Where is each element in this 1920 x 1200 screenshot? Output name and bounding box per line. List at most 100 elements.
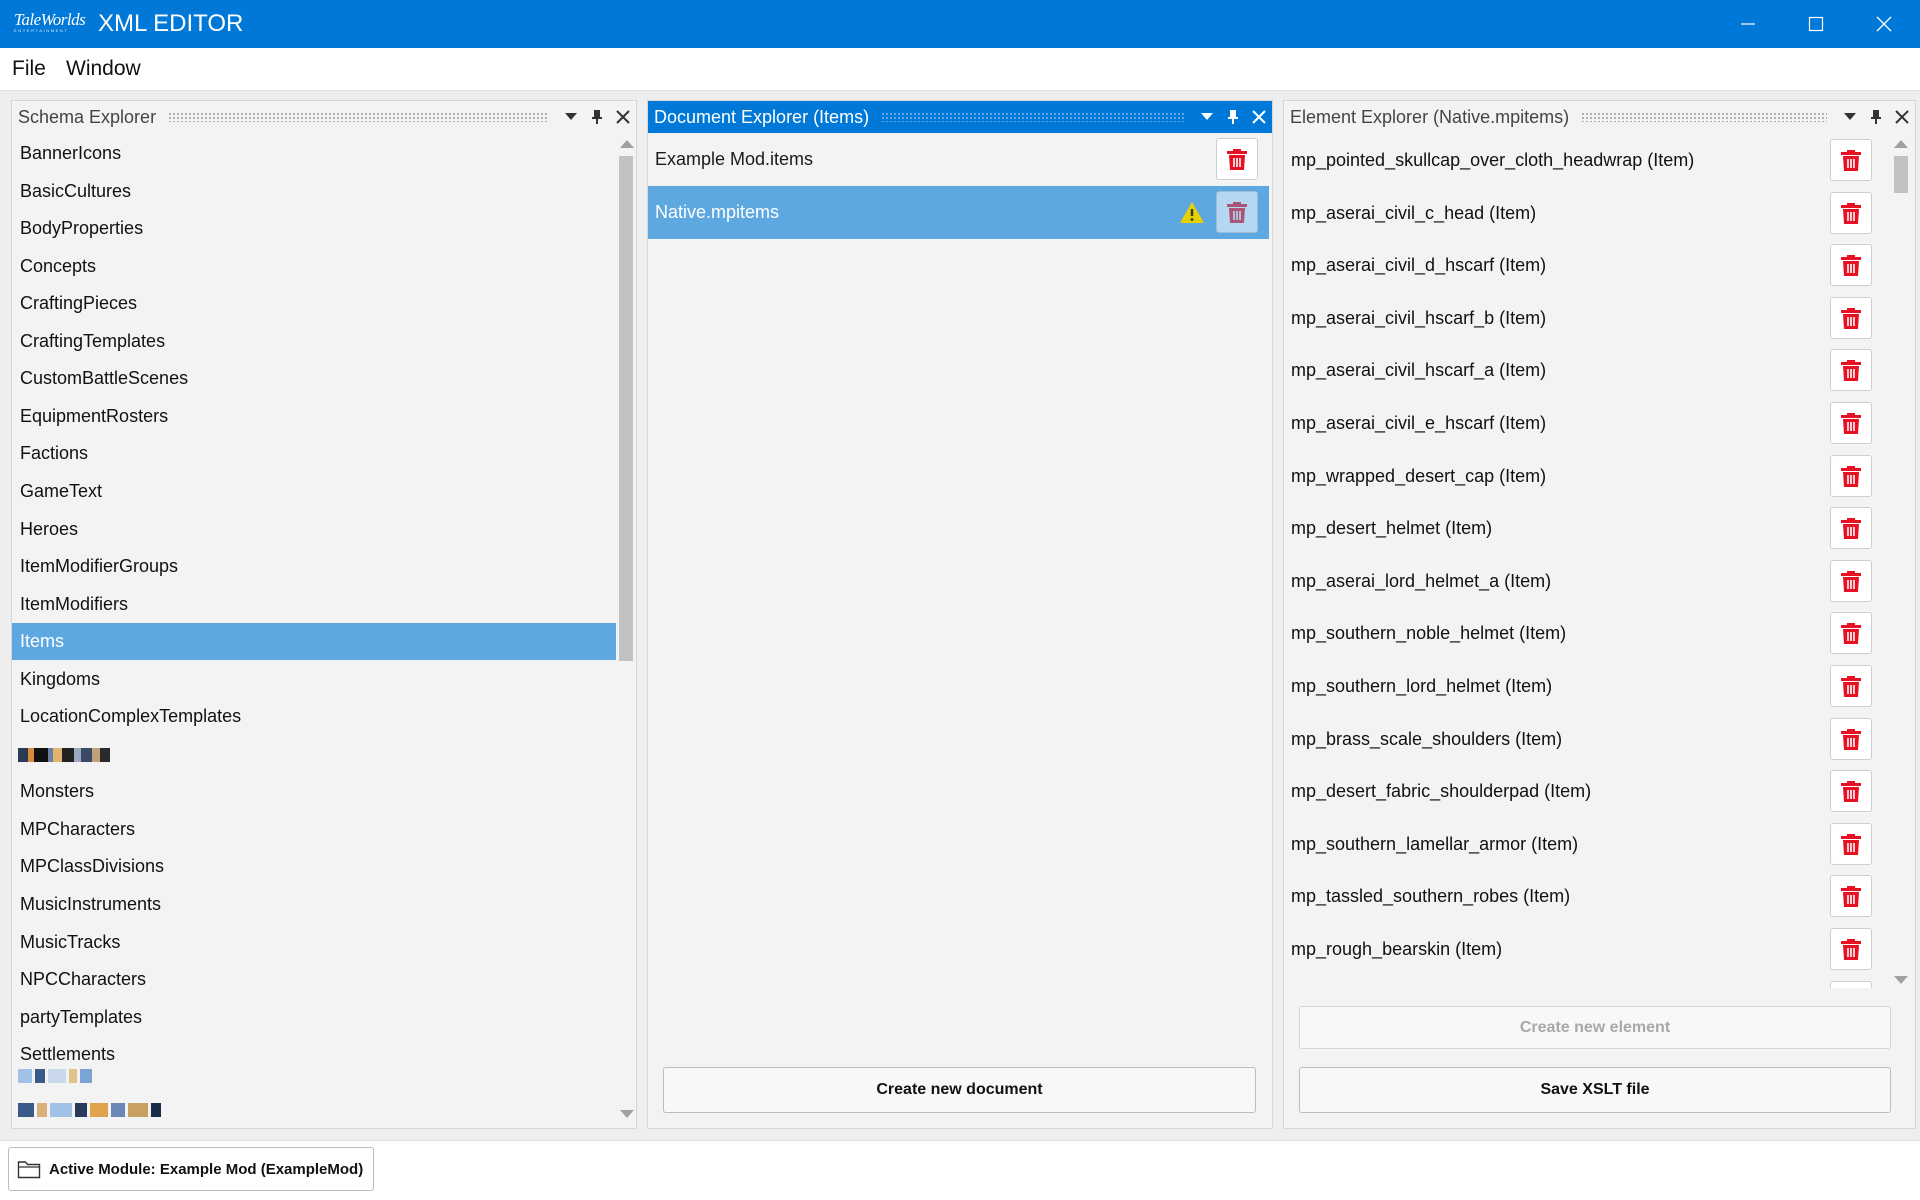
minimize-button[interactable] [1714,0,1782,48]
schema-item-musicinstruments[interactable]: MusicInstruments [12,886,616,923]
document-row-selected[interactable]: Native.mpitems [648,186,1269,239]
element-row[interactable]: mp_southern_lamellar_armor (Item) [1284,818,1884,870]
scrollbar-thumb[interactable] [1894,156,1908,193]
panel-pin-button[interactable] [584,103,610,131]
delete-element-button[interactable] [1830,717,1872,760]
element-row[interactable]: mp_southern_lord_helmet (Item) [1284,660,1884,712]
element-row[interactable]: mp_aserai_civil_c_head (Item) [1284,187,1884,239]
obscured-schema-item[interactable] [18,1103,164,1117]
schema-item-mpcharacters[interactable]: MPCharacters [12,811,616,848]
scroll-up-arrow-icon[interactable] [620,140,634,148]
create-new-element-button[interactable]: Create new element [1299,1006,1891,1049]
delete-element-button[interactable] [1830,191,1872,234]
schema-item-kingdoms[interactable]: Kingdoms [12,661,616,698]
panel-dropdown-button[interactable] [1194,103,1220,131]
delete-document-button[interactable] [1216,138,1258,180]
obscured-schema-item[interactable] [18,747,110,762]
element-row[interactable]: mp_southern_noble_helmet (Item) [1284,607,1884,659]
element-row[interactable] [1284,976,1884,988]
schema-scrollbar[interactable] [616,134,636,1124]
schema-item-bodyproperties[interactable]: BodyProperties [12,210,616,247]
schema-item-mpclassdivisions[interactable]: MPClassDivisions [12,848,616,885]
element-name: mp_aserai_lord_helmet_a (Item) [1291,570,1552,591]
panel-close-button[interactable] [610,103,636,131]
schema-item-items[interactable]: Items [12,623,616,661]
scroll-up-arrow-icon[interactable] [1894,140,1908,148]
delete-element-button[interactable] [1830,980,1872,988]
schema-item-musictracks[interactable]: MusicTracks [12,924,616,961]
schema-item-heroes[interactable]: Heroes [12,511,616,548]
element-row[interactable]: mp_aserai_lord_helmet_a (Item) [1284,555,1884,607]
element-row[interactable]: mp_aserai_civil_e_hscarf (Item) [1284,397,1884,449]
panel-close-button[interactable] [1246,103,1272,131]
create-new-document-button[interactable]: Create new document [663,1067,1256,1113]
delete-element-button[interactable] [1830,665,1872,707]
element-explorer-header[interactable]: Element Explorer (Native.mpitems) [1284,101,1915,133]
menu-window[interactable]: Window [66,57,141,81]
element-row[interactable]: mp_wrapped_desert_cap (Item) [1284,450,1884,502]
element-row[interactable]: mp_rough_bearskin (Item) [1284,923,1884,975]
schema-item-itemmodifiers[interactable]: ItemModifiers [12,586,616,623]
obscured-schema-item[interactable] [18,1069,95,1083]
maximize-button[interactable] [1782,0,1850,48]
schema-item-concepts[interactable]: Concepts [12,248,616,285]
schema-item-basiccultures[interactable]: BasicCultures [12,173,616,210]
drag-grip[interactable] [1581,112,1827,122]
delete-element-button[interactable] [1830,507,1872,550]
scroll-down-arrow-icon[interactable] [1894,976,1908,984]
element-row[interactable]: mp_aserai_civil_hscarf_b (Item) [1284,292,1884,344]
schema-item-settlements[interactable]: Settlements [12,1036,616,1073]
element-row[interactable]: mp_pointed_skullcap_over_cloth_headwrap … [1284,134,1884,186]
delete-element-button[interactable] [1830,770,1872,813]
delete-element-button[interactable] [1830,559,1872,602]
schema-item-gametext[interactable]: GameText [12,473,616,510]
delete-element-button[interactable] [1830,296,1872,339]
panel-dropdown-button[interactable] [558,103,584,131]
schema-item-locationcomplextemplates[interactable]: LocationComplexTemplates [12,698,616,735]
delete-element-button[interactable] [1830,875,1872,918]
schema-item-npccharacters[interactable]: NPCCharacters [12,961,616,998]
element-row[interactable]: mp_aserai_civil_d_hscarf (Item) [1284,239,1884,291]
document-explorer-header[interactable]: Document Explorer (Items) [648,101,1272,133]
delete-element-button[interactable] [1830,349,1872,392]
schema-item-factions[interactable]: Factions [12,435,616,472]
close-button[interactable] [1850,0,1918,48]
warning-icon[interactable] [1179,201,1205,224]
element-row[interactable]: mp_desert_fabric_shoulderpad (Item) [1284,765,1884,817]
delete-element-button[interactable] [1830,402,1872,444]
delete-element-button[interactable] [1830,612,1872,655]
panel-pin-button[interactable] [1220,103,1246,131]
delete-element-button[interactable] [1830,454,1872,497]
delete-document-button[interactable] [1216,191,1258,233]
element-row[interactable]: mp_brass_scale_shoulders (Item) [1284,713,1884,765]
schema-item-partytemplates[interactable]: partyTemplates [12,999,616,1036]
delete-element-button[interactable] [1830,822,1872,865]
element-row[interactable]: mp_tassled_southern_robes (Item) [1284,870,1884,922]
delete-element-button[interactable] [1830,928,1872,970]
drag-grip[interactable] [881,112,1184,122]
drag-grip[interactable] [168,112,548,122]
active-module-label: Active Module: Example Mod (ExampleMod) [49,1160,364,1178]
delete-element-button[interactable] [1830,139,1872,181]
menu-file[interactable]: File [12,57,46,81]
schema-item-craftingtemplates[interactable]: CraftingTemplates [12,323,616,360]
element-row[interactable]: mp_aserai_civil_hscarf_a (Item) [1284,344,1884,396]
schema-item-custombattlescenes[interactable]: CustomBattleScenes [12,360,616,397]
element-scrollbar[interactable] [1890,134,1912,988]
schema-explorer-header[interactable]: Schema Explorer [12,101,636,133]
panel-pin-button[interactable] [1863,103,1889,131]
delete-element-button[interactable] [1830,244,1872,287]
save-xslt-file-button[interactable]: Save XSLT file [1299,1067,1891,1113]
scroll-down-arrow-icon[interactable] [620,1110,634,1118]
schema-item-bannericons[interactable]: BannerIcons [12,135,616,172]
schema-item-itemmodifiergroups[interactable]: ItemModifierGroups [12,548,616,585]
schema-item-equipmentrosters[interactable]: EquipmentRosters [12,398,616,435]
schema-item-craftingpieces[interactable]: CraftingPieces [12,285,616,322]
panel-close-button[interactable] [1889,103,1915,131]
schema-item-monsters[interactable]: Monsters [12,773,616,810]
active-module-button[interactable]: Active Module: Example Mod (ExampleMod) [8,1147,375,1191]
scrollbar-thumb[interactable] [619,156,633,661]
element-row[interactable]: mp_desert_helmet (Item) [1284,502,1884,554]
document-row[interactable]: Example Mod.items [648,133,1269,186]
panel-dropdown-button[interactable] [1837,103,1863,131]
